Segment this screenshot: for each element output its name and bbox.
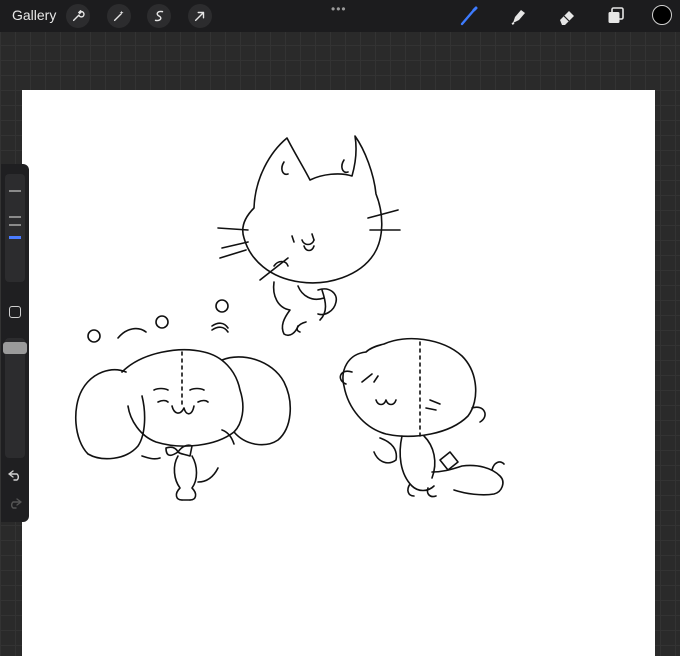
opacity-knob[interactable] (3, 342, 27, 354)
undo-icon[interactable] (7, 468, 23, 482)
brush-icon[interactable] (458, 5, 480, 27)
opacity-slider[interactable] (3, 338, 27, 458)
wrench-icon[interactable] (66, 4, 90, 28)
size-tick (9, 224, 21, 226)
magic-wand-icon[interactable] (107, 4, 131, 28)
drawing-canvas[interactable] (22, 90, 655, 656)
transform-arrow-icon[interactable] (188, 4, 212, 28)
bear-doodle (339, 337, 505, 498)
puppy-doodle (74, 349, 292, 501)
brush-size-knob[interactable] (9, 236, 21, 239)
size-tick (9, 216, 21, 218)
size-tick (9, 190, 21, 192)
color-picker-button[interactable] (652, 5, 672, 25)
left-sidebar (1, 164, 29, 522)
brush-size-slider[interactable] (5, 174, 25, 282)
cat-doodle (217, 135, 401, 337)
selection-s-icon[interactable] (147, 4, 171, 28)
modify-square-icon[interactable] (9, 306, 21, 318)
layers-icon[interactable] (605, 5, 627, 27)
gallery-button[interactable]: Gallery (12, 7, 56, 23)
smudge-icon[interactable] (507, 5, 529, 27)
eraser-icon[interactable] (556, 5, 578, 27)
more-menu-icon[interactable]: ••• (331, 2, 347, 16)
redo-icon[interactable] (7, 496, 23, 510)
scribbles (87, 299, 229, 343)
top-toolbar: Gallery ••• (0, 0, 680, 32)
